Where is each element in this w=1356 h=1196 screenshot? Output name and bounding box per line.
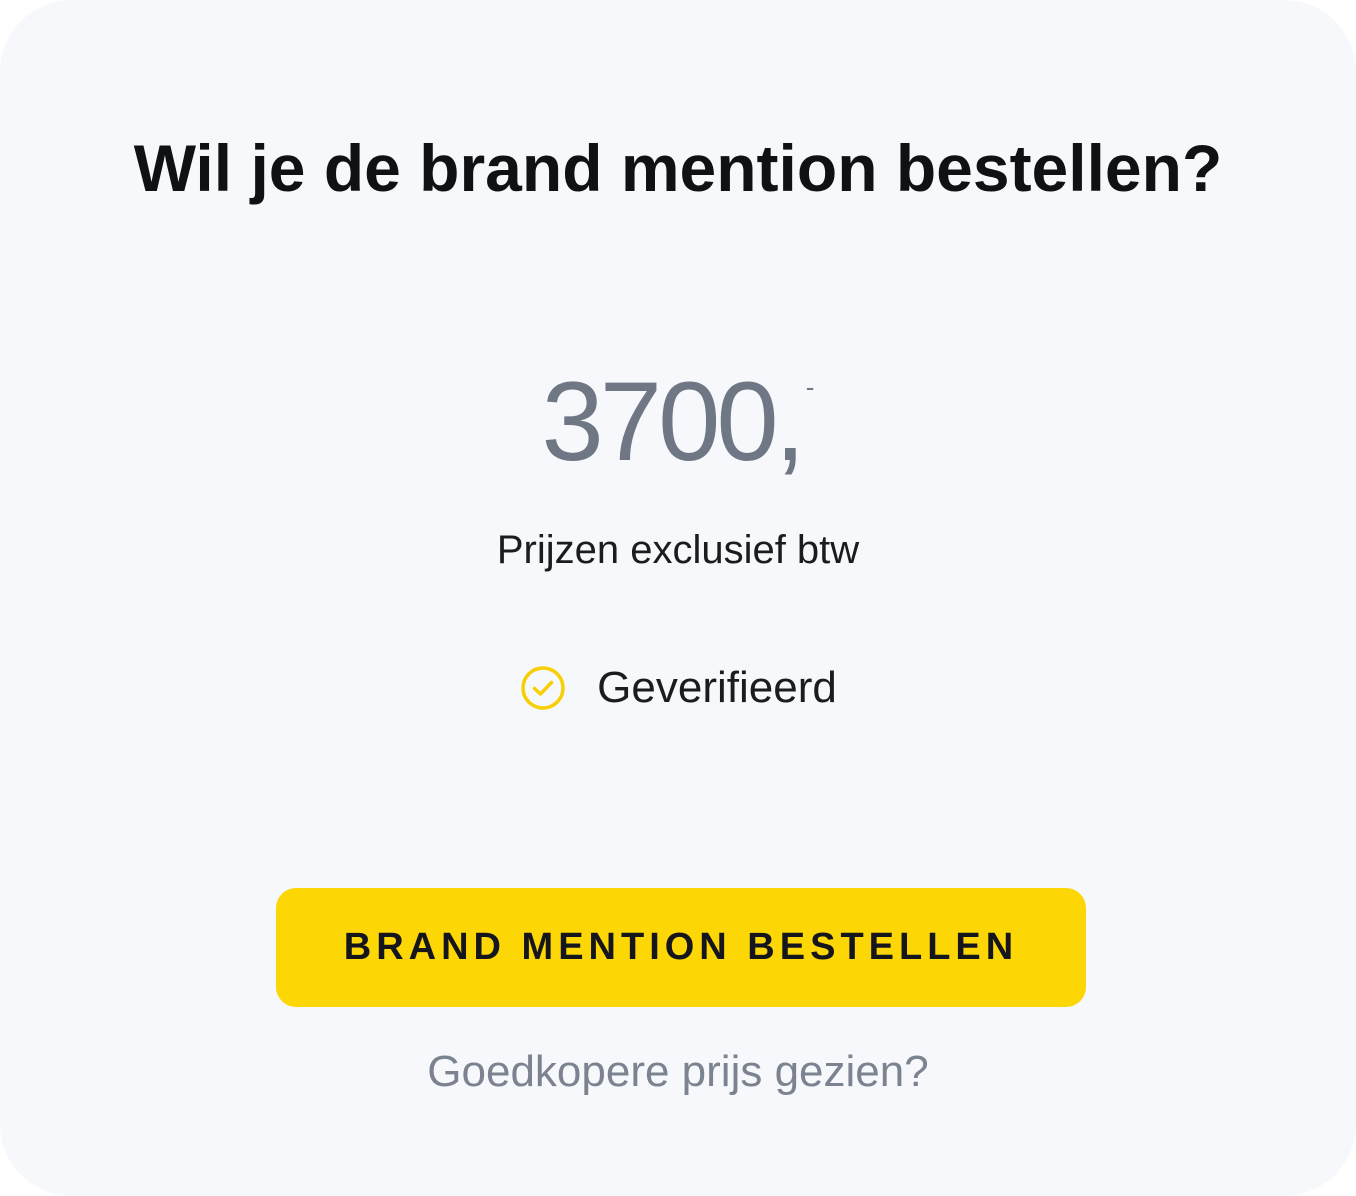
price: 3700, - [0,352,1356,526]
check-circle-icon [519,664,567,712]
price-suffix: - [805,372,815,402]
order-card: Wil je de brand mention bestellen? 3700,… [0,0,1356,1196]
order-brand-mention-button[interactable]: BRAND MENTION BESTELLEN [276,888,1086,1007]
card-title: Wil je de brand mention bestellen? [133,131,1223,205]
cheaper-price-link[interactable]: Goedkopere prijs gezien? [0,1042,1356,1102]
verified-label: Geverifieerd [597,663,837,712]
price-amount: 3700, [541,359,806,484]
vat-note: Prijzen exclusief btw [496,528,860,572]
verified-badge: Geverifieerd [0,656,1356,720]
